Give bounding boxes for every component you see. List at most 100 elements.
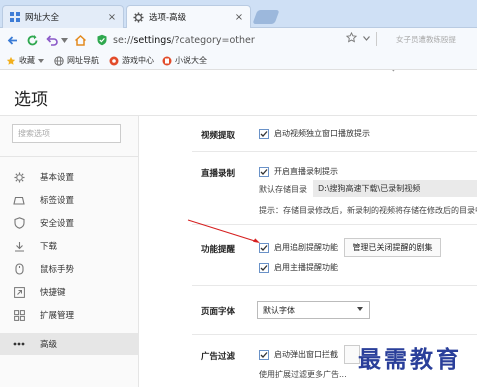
undo-icon[interactable] [44, 32, 60, 48]
sidebar-item-label: 安全设置 [40, 219, 75, 229]
tab-web-directory[interactable]: 网址大全 × [2, 5, 124, 28]
game-icon [109, 56, 119, 66]
gear-icon [13, 171, 25, 183]
bookmark-label: 小说大全 [175, 56, 207, 65]
sidebar-item-advanced[interactable]: 高级 [0, 333, 139, 355]
grid-icon [9, 12, 20, 23]
checkbox-checked[interactable] [259, 349, 269, 360]
dropdown-arrow-icon[interactable] [60, 32, 68, 48]
page-header: 选项 [0, 71, 477, 116]
video-window-checkbox[interactable]: 启动视频独立窗口播放提示 [259, 128, 370, 139]
storage-dir-label: 默认存储目录 [259, 185, 307, 194]
checkbox-label: 开启直播录制提示 [274, 167, 338, 176]
url-text: se://settings/?category=other [113, 35, 255, 46]
bookmark-label: 游戏中心 [122, 56, 154, 65]
settings-search-input[interactable]: 搜索选项 [12, 124, 121, 143]
section-label-page-font: 页面字体 [201, 307, 236, 317]
close-icon[interactable]: × [234, 12, 244, 23]
popup-block-checkbox[interactable]: 启动弹出窗口拦截 [259, 349, 338, 360]
search-suggestion-text[interactable]: 女子员遭教练殴提 [396, 34, 456, 45]
sidebar-item-tabs[interactable]: 标签设置 [0, 189, 139, 211]
sidebar-item-label: 基本设置 [40, 173, 75, 183]
back-icon[interactable] [4, 32, 20, 48]
divider [192, 151, 477, 152]
divider [376, 32, 377, 46]
sidebar-item-label: 鼠标手势 [40, 265, 75, 275]
sidebar-item-basic[interactable]: 基本设置 [0, 166, 139, 188]
bookmark-label: 网址导航 [67, 56, 99, 65]
shield-icon [13, 217, 25, 229]
anchor-remind-checkbox[interactable]: 启用主播提醒功能 [259, 262, 338, 273]
bookmarks-bar: 收藏 网址导航 游戏中心 小说大全 [0, 52, 477, 70]
gear-icon [133, 11, 144, 23]
tab-options-advanced[interactable]: 选项-高级 × [126, 5, 251, 28]
sidebar-item-label: 标签设置 [40, 196, 75, 206]
checkbox-checked[interactable] [259, 242, 269, 253]
globe-icon [54, 55, 64, 66]
sidebar-item-security[interactable]: 安全设置 [0, 212, 139, 234]
settings-sidebar: 搜索选项 基本设置 标签设置 安全设置 下载 鼠标手势 快捷键 扩展管理 高级 [0, 116, 139, 387]
divider [192, 285, 477, 286]
address-bar[interactable]: se://settings/?category=other [96, 31, 382, 49]
sidebar-item-label: 下载 [40, 242, 58, 252]
bookmark-game-center[interactable]: 游戏中心 [109, 55, 154, 66]
section-label-ad-filter: 广告过滤 [201, 352, 236, 362]
url-scheme: se:// [113, 34, 134, 46]
new-tab-button[interactable] [252, 10, 280, 24]
tab-strip: 网址大全 × 选项-高级 × [0, 0, 477, 28]
more-ad-filter-link[interactable]: 使用扩展过滤更多广告... [259, 369, 347, 380]
checkbox-label: 启用主播提醒功能 [274, 263, 338, 272]
checkbox-label: 启动弹出窗口拦截 [274, 350, 338, 359]
more-icon [13, 338, 25, 350]
sidebar-item-label: 高级 [40, 340, 58, 350]
checkbox-checked[interactable] [259, 166, 269, 177]
mouse-icon [13, 263, 25, 275]
drama-remind-checkbox[interactable]: 启用追剧提醒功能 [259, 242, 338, 253]
bookmark-label: 收藏 [19, 56, 35, 65]
tab-icon [13, 194, 25, 206]
sidebar-item-extensions[interactable]: 扩展管理 [0, 304, 139, 326]
checkbox-checked[interactable] [259, 128, 269, 139]
storage-hint-text: 提示：存储目录修改后，新录制的视频将存储在修改后的目录中 [259, 206, 477, 215]
checkbox-label: 启用追剧提醒功能 [274, 243, 338, 252]
extension-icon [13, 309, 25, 321]
star-icon [6, 56, 16, 66]
sidebar-item-shortcuts[interactable]: 快捷键 [0, 281, 139, 303]
sidebar-item-mouse-gesture[interactable]: 鼠标手势 [0, 258, 139, 280]
live-record-checkbox[interactable]: 开启直播录制提示 [259, 166, 338, 177]
section-label-live-record: 直播录制 [201, 169, 236, 179]
page-title: 选项 [14, 90, 48, 110]
chevron-down-icon [357, 307, 363, 311]
home-icon[interactable] [72, 32, 88, 48]
manage-closed-reminders-button[interactable]: 管理已关闭提醒的剧集 [344, 238, 441, 257]
sidebar-item-label: 扩展管理 [40, 311, 75, 321]
download-icon [13, 240, 25, 252]
font-select[interactable]: 默认字体 [257, 301, 370, 319]
tab-title: 网址大全 [25, 13, 60, 23]
url-host: settings [133, 34, 172, 46]
bookmark-web-nav[interactable]: 网址导航 [54, 55, 99, 66]
checkbox-checked[interactable] [259, 262, 269, 273]
font-select-value: 默认字体 [263, 305, 295, 315]
sidebar-item-label: 快捷键 [40, 288, 66, 298]
refresh-icon[interactable] [24, 32, 40, 48]
sidebar-item-download[interactable]: 下载 [0, 235, 139, 257]
shortcut-icon [13, 286, 25, 298]
section-label-video-extract: 视频提取 [201, 131, 236, 141]
star-icon[interactable] [345, 31, 358, 46]
storage-dir-field[interactable]: D:\搜狗高速下载\已录制视频 [313, 180, 477, 197]
close-icon[interactable]: × [107, 12, 117, 23]
bookmark-favorites[interactable]: 收藏 [6, 55, 44, 66]
bookmark-novel[interactable]: 小说大全 [162, 55, 207, 66]
watermark: 最需教育 [358, 346, 462, 373]
address-bar-actions [345, 31, 383, 46]
divider [0, 156, 139, 157]
book-icon [162, 56, 172, 66]
chevron-down-icon[interactable] [363, 34, 370, 44]
shield-icon [96, 34, 108, 46]
tab-title: 选项-高级 [149, 13, 187, 23]
divider [192, 334, 477, 335]
checkbox-label: 启动视频独立窗口播放提示 [274, 129, 370, 138]
url-path: /?category=other [171, 34, 255, 46]
section-label-feature-remind: 功能提醒 [201, 245, 236, 255]
